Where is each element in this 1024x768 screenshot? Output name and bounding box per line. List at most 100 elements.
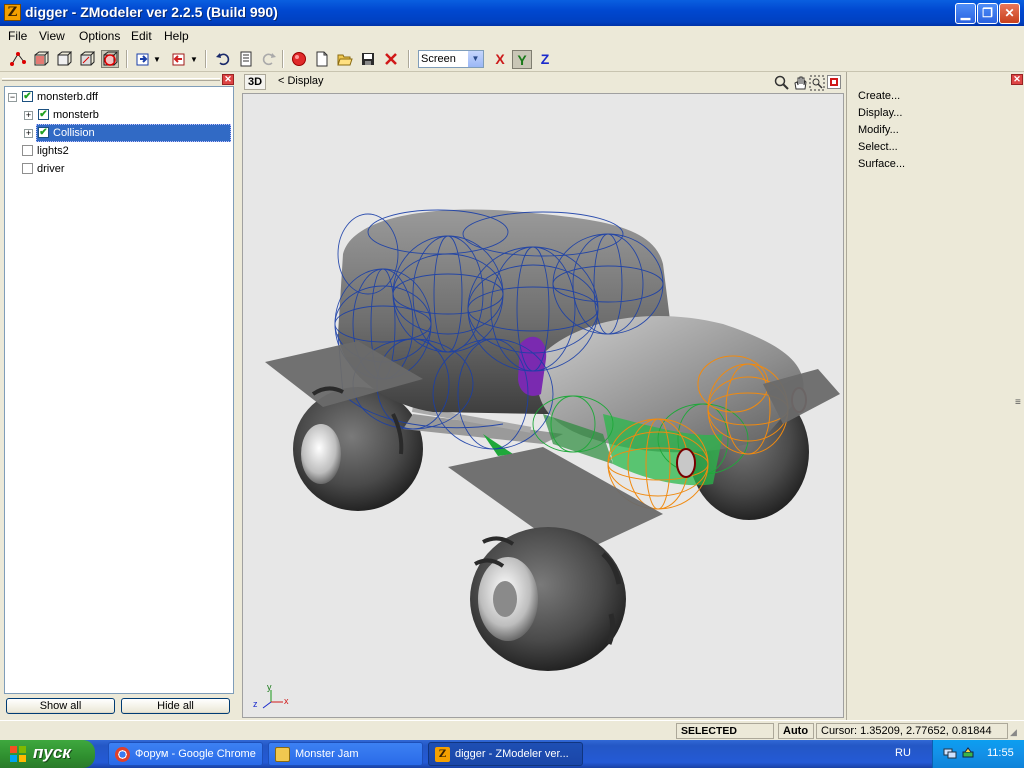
tree-item-label: monsterb	[53, 109, 99, 121]
pan-hand-icon[interactable]	[792, 75, 808, 91]
start-button[interactable]: пуск	[0, 740, 95, 768]
view-mode-select[interactable]: Screen ▼	[418, 50, 484, 68]
taskbar-item-folder[interactable]: Monster Jam	[268, 742, 423, 766]
axis-y-label: y	[267, 682, 272, 692]
viewport-mode-button[interactable]: 3D	[244, 74, 266, 90]
taskbar-item-label: Monster Jam	[295, 748, 359, 760]
clock[interactable]: 11:55	[987, 747, 1014, 759]
axis-z-toggle[interactable]: Z	[535, 50, 555, 69]
command-display[interactable]: Display...	[858, 107, 902, 119]
axis-z-label: z	[253, 699, 258, 709]
tree-item-monsterb-dff[interactable]: − ✔ monsterb.dff	[5, 88, 233, 106]
chevron-down-icon: ▼	[468, 51, 483, 67]
save-icon[interactable]	[359, 50, 377, 68]
visibility-checkbox[interactable]: ✔	[38, 109, 49, 120]
expand-icon[interactable]: +	[24, 129, 33, 138]
tree-item-label: Collision	[53, 127, 95, 139]
3d-viewport[interactable]: y x z	[242, 93, 844, 718]
hide-all-button[interactable]: Hide all	[121, 698, 230, 714]
collapse-icon[interactable]: −	[8, 93, 17, 102]
close-panel-icon[interactable]: ✕	[1011, 74, 1023, 85]
tree-item-collision[interactable]: + ✔ Collision	[5, 124, 233, 142]
command-surface[interactable]: Surface...	[858, 158, 905, 170]
axis-gizmo: y x z	[251, 682, 291, 714]
axis-x-toggle[interactable]: X	[490, 50, 510, 69]
show-all-button[interactable]: Show all	[6, 698, 115, 714]
selection-mode-icon[interactable]	[101, 50, 119, 68]
network-icon[interactable]	[943, 746, 957, 760]
snap-mode-status[interactable]: Auto	[778, 723, 814, 739]
tree-item-label: driver	[37, 163, 65, 175]
toolbar-separator	[282, 50, 284, 68]
zoom-extents-icon[interactable]	[809, 75, 825, 91]
system-tray: 11:55	[932, 740, 1024, 768]
menu-bar: File View Options Edit Help	[0, 26, 1024, 46]
language-indicator[interactable]: RU	[895, 747, 911, 759]
zmodeler-icon: Z	[435, 747, 450, 762]
open-folder-icon[interactable]	[336, 50, 354, 68]
safely-remove-icon[interactable]	[961, 746, 975, 760]
tree-item-label: monsterb.dff	[37, 91, 98, 103]
menu-file[interactable]: File	[8, 29, 27, 43]
view-mode-value: Screen	[421, 53, 456, 65]
panel-resize-grip[interactable]: ≡	[1015, 397, 1021, 408]
import-dropdown-icon[interactable]: ▼	[152, 50, 162, 68]
taskbar-item-label: Форум - Google Chrome	[135, 748, 256, 760]
panel-grip[interactable]	[2, 78, 220, 81]
close-panel-icon[interactable]: ✕	[222, 74, 234, 85]
taskbar-item-chrome[interactable]: Форум - Google Chrome	[108, 742, 263, 766]
taskbar-item-label: digger - ZModeler ver...	[455, 748, 569, 760]
command-select[interactable]: Select...	[858, 141, 898, 153]
toolbar-separator	[126, 50, 128, 68]
folder-icon	[275, 747, 290, 762]
menu-edit[interactable]: Edit	[131, 29, 152, 43]
export-icon[interactable]	[170, 50, 188, 68]
vertex-mode-icon[interactable]	[9, 50, 27, 68]
command-panel: ✕ Create... Display... Modify... Select.…	[846, 72, 1024, 720]
status-bar: SELECTED MODE Auto Cursor: 1.35209, 2.77…	[0, 720, 1024, 751]
new-file-icon[interactable]	[313, 50, 331, 68]
visibility-checkbox[interactable]: ✔	[22, 91, 33, 102]
zoom-icon[interactable]	[774, 75, 790, 91]
visibility-checkbox[interactable]: ✔	[38, 127, 49, 138]
viewport-header: 3D < Display	[242, 72, 844, 93]
tree-item-driver[interactable]: driver	[5, 160, 233, 178]
box-mode-icon[interactable]	[78, 50, 96, 68]
undo-icon[interactable]	[214, 50, 232, 68]
taskbar-item-zmodeler[interactable]: Z digger - ZModeler ver...	[428, 742, 583, 766]
restore-button[interactable]: ❐	[977, 3, 998, 24]
tree-item-lights2[interactable]: lights2	[5, 142, 233, 160]
visibility-checkbox[interactable]	[22, 145, 33, 156]
maximize-viewport-icon[interactable]	[827, 75, 841, 89]
window-title: digger - ZModeler ver 2.2.5 (Build 990)	[25, 4, 278, 20]
title-bar: Z digger - ZModeler ver 2.2.5 (Build 990…	[0, 0, 1024, 26]
import-icon[interactable]	[134, 50, 152, 68]
windows-taskbar: пуск Форум - Google Chrome Monster Jam Z…	[0, 740, 1024, 768]
export-dropdown-icon[interactable]: ▼	[189, 50, 199, 68]
selection-mode-status: SELECTED MODE	[676, 723, 774, 751]
face-mode-icon[interactable]	[32, 50, 50, 68]
object-tree[interactable]: − ✔ monsterb.dff + ✔ monsterb + ✔ Collis…	[4, 86, 234, 694]
menu-view[interactable]: View	[39, 29, 65, 43]
tree-item-monsterb[interactable]: + ✔ monsterb	[5, 106, 233, 124]
visibility-checkbox[interactable]	[22, 163, 33, 174]
command-modify[interactable]: Modify...	[858, 124, 899, 136]
stop-icon[interactable]	[290, 50, 308, 68]
object-mode-icon[interactable]	[55, 50, 73, 68]
zmodeler-app-icon[interactable]: Z	[4, 4, 21, 21]
menu-options[interactable]: Options	[79, 29, 120, 43]
expand-icon[interactable]: +	[24, 111, 33, 120]
command-create[interactable]: Create...	[858, 90, 900, 102]
menu-help[interactable]: Help	[164, 29, 189, 43]
undo-list-icon[interactable]	[237, 50, 255, 68]
display-menu[interactable]: < Display	[278, 75, 324, 87]
minimize-button[interactable]: ▁	[955, 3, 976, 24]
delete-icon[interactable]	[382, 50, 400, 68]
windows-logo-icon	[10, 746, 26, 762]
cursor-coordinates: Cursor: 1.35209, 2.77652, 0.81844	[816, 723, 1008, 739]
redo-icon[interactable]	[260, 50, 278, 68]
axis-y-toggle[interactable]: Y	[512, 50, 532, 69]
resize-grip-icon[interactable]: ◢	[1010, 727, 1017, 738]
close-button[interactable]: ✕	[999, 3, 1020, 24]
axis-x-label: x	[284, 696, 289, 706]
